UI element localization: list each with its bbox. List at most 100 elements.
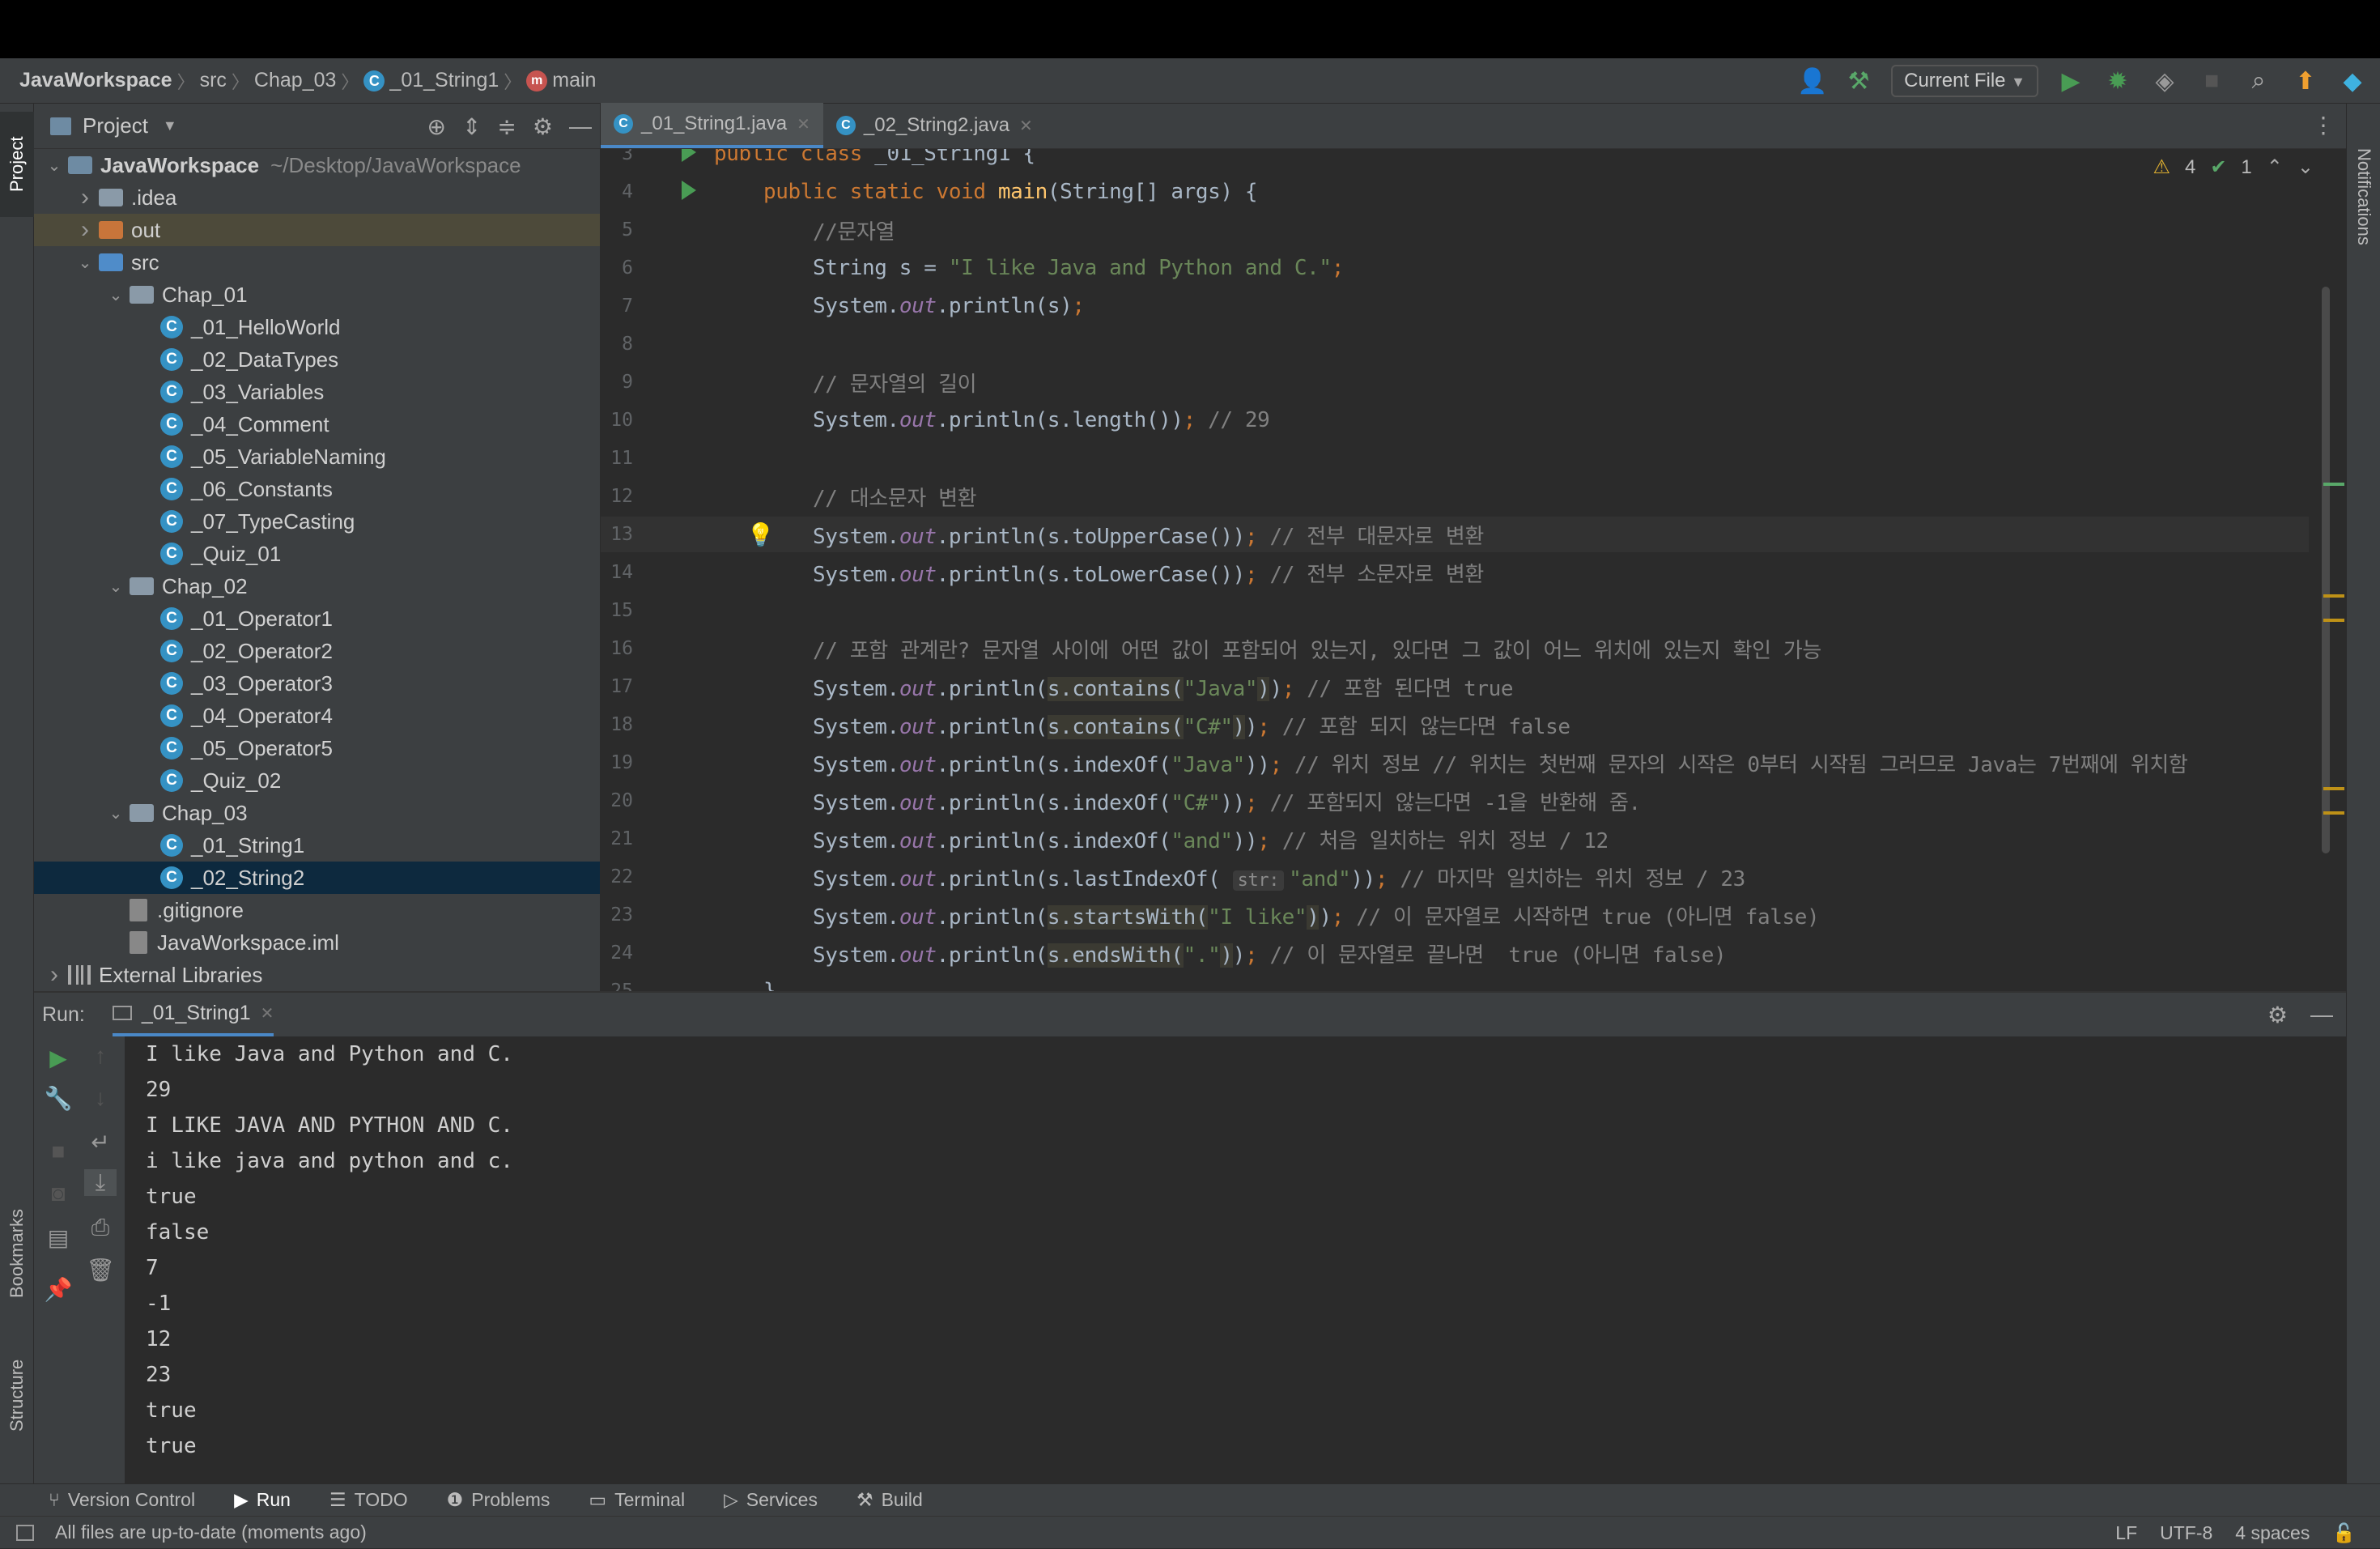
tree-item[interactable]: ⌄ JavaWorkspace ~/Desktop/JavaWorkspace (34, 149, 600, 181)
minimize-icon[interactable]: — (569, 113, 592, 139)
gutter[interactable] (633, 364, 714, 400)
status-message[interactable]: All files are up-to-date (moments ago) (55, 1521, 367, 1543)
line-number[interactable]: 9 (601, 372, 633, 393)
chevron-down-icon[interactable]: ⌄ (107, 577, 125, 597)
close-icon[interactable]: ✕ (261, 1003, 274, 1023)
gutter[interactable] (633, 479, 714, 514)
tree-item[interactable]: JavaWorkspace.iml (34, 926, 600, 959)
line-number[interactable]: 11 (601, 448, 633, 469)
chevron-right-icon[interactable]: › (76, 184, 94, 211)
line-number[interactable]: 6 (601, 257, 633, 279)
code-line[interactable]: 17 System.out.println(s.contains("Java")… (601, 669, 2309, 704)
lock-icon[interactable]: 🔓 (2332, 1522, 2356, 1544)
tree-item[interactable]: C _07_TypeCasting (34, 505, 600, 538)
code-line[interactable]: 20 System.out.println(s.indexOf("C#")); … (601, 783, 2309, 819)
rerun-icon[interactable]: ▶ (42, 1045, 74, 1071)
search-icon[interactable]: ⌕ (2244, 67, 2273, 95)
gutter[interactable] (633, 821, 714, 857)
gutter[interactable] (633, 555, 714, 590)
console-output[interactable]: I like Java and Python and C. 29 I LIKE JA… (146, 1036, 513, 1464)
tree-item[interactable]: ⌄ src (34, 246, 600, 279)
run-gutter-icon[interactable] (682, 181, 696, 200)
chevron-down-icon[interactable]: ⌄ (107, 803, 125, 823)
line-number[interactable]: 4 (601, 181, 633, 202)
file-encoding[interactable]: UTF-8 (2160, 1522, 2212, 1544)
gutter[interactable] (633, 669, 714, 704)
minimize-icon[interactable]: — (2310, 1002, 2333, 1028)
line-number[interactable]: 23 (601, 904, 633, 926)
wrench-icon[interactable]: 🔧 (42, 1085, 74, 1112)
bottom-tab-terminal[interactable]: ▭ Terminal (589, 1489, 685, 1511)
project-view-select[interactable]: Project (83, 113, 148, 138)
line-number[interactable]: 13 (601, 524, 633, 545)
line-number[interactable]: 7 (601, 296, 633, 317)
run-config-select[interactable]: Current File ▼ (1891, 65, 2038, 97)
tree-item[interactable]: .gitignore (34, 894, 600, 926)
indent-setting[interactable]: 4 spaces (2235, 1522, 2310, 1544)
code-line[interactable]: 11 (601, 440, 2309, 476)
code-line[interactable]: 4 public static void main(String[] args)… (601, 174, 2309, 210)
code-line[interactable]: 8 (601, 326, 2309, 362)
gear-icon[interactable]: ⚙ (2267, 1002, 2288, 1028)
gutter[interactable] (633, 402, 714, 438)
lightbulb-icon[interactable]: 💡 (746, 521, 775, 548)
camera-icon[interactable]: ◙ (42, 1181, 74, 1206)
chevron-down-icon[interactable]: ⌄ (76, 253, 94, 273)
run-gutter-icon[interactable] (682, 149, 696, 162)
line-separator[interactable]: LF (2115, 1522, 2137, 1544)
gutter[interactable] (633, 707, 714, 743)
close-icon[interactable]: ✕ (1019, 116, 1033, 136)
tree-item[interactable]: C _02_Operator2 (34, 635, 600, 667)
chevron-down-icon[interactable]: ⌄ (107, 285, 125, 305)
error-stripe-mark[interactable] (2323, 811, 2344, 815)
line-number[interactable]: 17 (601, 676, 633, 697)
tool-tab-bookmarks[interactable]: Bookmarks (0, 1189, 34, 1318)
tree-item[interactable]: › out (34, 214, 600, 246)
line-number[interactable]: 10 (601, 410, 633, 431)
code-line[interactable]: 5 //문자열 (601, 212, 2309, 248)
jetbrains-icon[interactable]: ◆ (2338, 67, 2367, 96)
code-line[interactable]: 7 System.out.println(s); (601, 288, 2309, 324)
code-line[interactable]: 23 System.out.println(s.startsWith("I li… (601, 897, 2309, 933)
hammer-icon[interactable]: ⚒ (1844, 67, 1873, 96)
tree-item[interactable]: C _02_DataTypes (34, 343, 600, 376)
line-number[interactable]: 12 (601, 486, 633, 507)
tree-item[interactable]: C _01_HelloWorld (34, 311, 600, 343)
gutter[interactable] (633, 212, 714, 248)
breadcrumb-src[interactable]: src (200, 69, 227, 92)
gutter[interactable] (633, 174, 714, 210)
code-line[interactable]: 25 } (601, 973, 2309, 991)
code-line[interactable]: 19 System.out.println(s.indexOf("Java"))… (601, 745, 2309, 781)
code-line[interactable]: 9 // 문자열의 길이 (601, 364, 2309, 400)
bottom-tab-run[interactable]: ▶ Run (234, 1489, 291, 1511)
line-number[interactable]: 25 (601, 981, 633, 991)
bottom-tab-version-control[interactable]: ⑂ Version Control (49, 1489, 195, 1511)
update-icon[interactable]: ⬆ (2291, 67, 2320, 96)
code-line[interactable]: 21 System.out.println(s.indexOf("and"));… (601, 821, 2309, 857)
tree-item[interactable]: C _06_Constants (34, 473, 600, 505)
gutter[interactable] (633, 859, 714, 895)
gutter[interactable] (633, 149, 714, 172)
tree-item[interactable]: C _Quiz_01 (34, 538, 600, 570)
line-number[interactable]: 14 (601, 562, 633, 583)
gutter[interactable] (633, 593, 714, 628)
tool-tab-structure[interactable]: Structure (0, 1334, 34, 1456)
line-number[interactable]: 3 (601, 149, 633, 164)
tree-item[interactable]: C _04_Comment (34, 408, 600, 440)
up-arrow-icon[interactable]: ↑ (84, 1043, 117, 1069)
tab-string1[interactable]: C _01_String1.java ✕ (601, 103, 823, 148)
code-area[interactable]: ⚠ 4 ✔ 1 ⌃ ⌄ 3 public class _01_String1 {4 p… (601, 149, 2346, 991)
chevron-down-icon[interactable]: ⌄ (45, 155, 63, 176)
code-line[interactable]: 18 System.out.println(s.contains("C#"));… (601, 707, 2309, 743)
tree-item[interactable]: C _05_VariableNaming (34, 440, 600, 473)
tree-item[interactable]: › .idea (34, 181, 600, 214)
chevron-right-icon[interactable]: › (45, 961, 63, 989)
tree-item[interactable]: C _01_String1 (34, 829, 600, 862)
tree-item[interactable]: C _05_Operator5 (34, 732, 600, 764)
expand-all-icon[interactable]: ⇕ (462, 113, 481, 140)
line-number[interactable]: 18 (601, 714, 633, 735)
close-icon[interactable]: ✕ (797, 114, 810, 134)
breadcrumb-project[interactable]: JavaWorkspace (19, 69, 172, 92)
line-number[interactable]: 24 (601, 943, 633, 964)
trash-icon[interactable]: 🗑 (84, 1257, 117, 1283)
